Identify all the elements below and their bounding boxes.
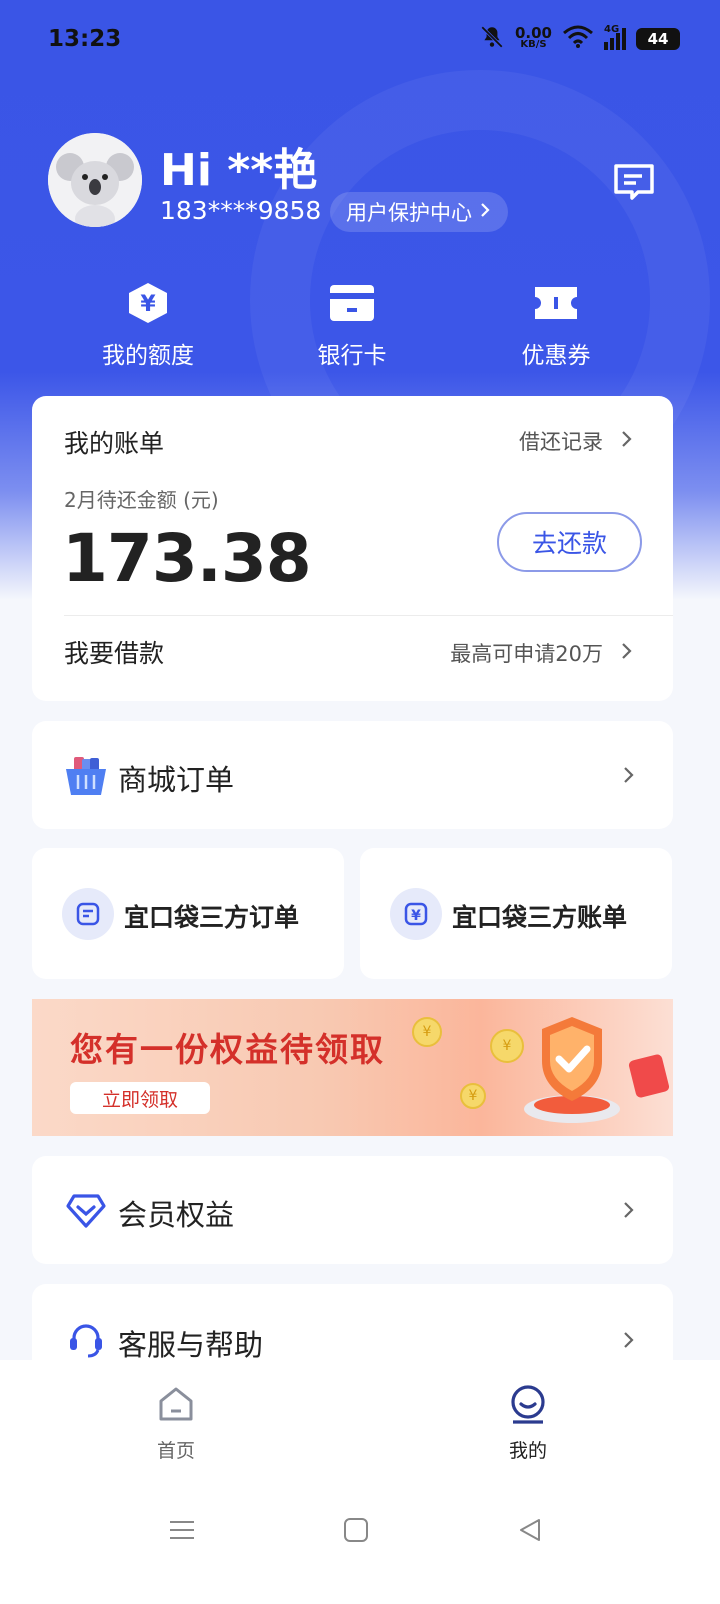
chevron-right-icon xyxy=(621,641,633,666)
quick-actions: ¥ 我的额度 银行卡 优惠券 xyxy=(0,280,720,370)
yuan-bill-icon: ¥ xyxy=(390,888,442,940)
chevron-right-icon xyxy=(623,1330,635,1354)
status-bar: 13:23 0.00 KB/S 4G 44 xyxy=(0,0,720,84)
quick-action-label: 我的额度 xyxy=(102,343,194,369)
borrow-title[interactable]: 我要借款 xyxy=(64,634,164,670)
third-party-bills-label: 宜口袋三方账单 xyxy=(452,903,628,932)
quick-action-label: 优惠券 xyxy=(521,343,591,369)
mall-orders-row[interactable]: 商城订单 xyxy=(32,721,673,829)
claim-now-button[interactable]: 立即领取 xyxy=(70,1082,210,1114)
headset-icon xyxy=(66,1320,106,1364)
due-label: 2月待还金额 (元) xyxy=(64,488,219,512)
home-icon xyxy=(116,1382,236,1426)
third-party-orders-label: 宜口袋三方订单 xyxy=(124,903,300,932)
borrow-limit-label: 最高可申请20万 xyxy=(450,642,603,666)
due-amount: 173.38 xyxy=(62,520,312,597)
svg-text:¥: ¥ xyxy=(140,292,156,317)
repay-button[interactable]: 去还款 xyxy=(497,512,642,572)
third-party-bills-card[interactable]: ¥ 宜口袋三方账单 xyxy=(360,848,672,979)
status-icons: 0.00 KB/S 4G 44 xyxy=(479,24,680,54)
home-square-icon[interactable] xyxy=(336,1510,376,1550)
net-speed: 0.00 KB/S xyxy=(514,24,552,51)
red-envelope-icon xyxy=(628,1053,670,1103)
greeting: Hi **艳 xyxy=(160,145,318,196)
system-navigation-bar xyxy=(0,1480,720,1604)
quick-action-bank-card[interactable]: 银行卡 xyxy=(272,280,432,370)
shopping-basket-icon xyxy=(64,755,108,801)
avatar[interactable] xyxy=(48,133,142,227)
chevron-right-icon xyxy=(621,429,633,454)
coin-icon: ¥ xyxy=(460,1083,486,1109)
bill-card: 我的账单 借还记录 2月待还金额 (元) 173.38 去还款 我要借款 最高可… xyxy=(32,396,673,701)
bill-title: 我的账单 xyxy=(64,429,165,458)
wifi-icon xyxy=(562,25,594,53)
member-rights-row[interactable]: 会员权益 xyxy=(32,1156,673,1264)
bottom-tab-bar: 首页 我的 xyxy=(0,1360,720,1480)
divider xyxy=(64,615,673,616)
chevron-right-icon xyxy=(478,200,492,224)
menu-icon[interactable] xyxy=(162,1510,202,1550)
phone-number: 183****9858 xyxy=(160,196,322,225)
yuan-shield-icon: ¥ xyxy=(68,280,228,326)
tab-mine-label: 我的 xyxy=(508,1440,547,1462)
member-badge-icon xyxy=(66,1190,106,1234)
shield-check-icon xyxy=(512,1009,622,1133)
third-party-orders-card[interactable]: 宜口袋三方订单 xyxy=(32,848,344,979)
message-button[interactable] xyxy=(612,160,656,204)
svg-text:¥: ¥ xyxy=(411,908,421,924)
message-icon xyxy=(614,164,654,200)
member-rights-label: 会员权益 xyxy=(118,1198,235,1232)
tab-home[interactable]: 首页 xyxy=(116,1382,236,1463)
order-doc-icon xyxy=(62,888,114,940)
quick-action-coupon[interactable]: 优惠券 xyxy=(476,280,636,370)
borrow-link[interactable]: 最高可申请20万 xyxy=(450,638,633,668)
banner-title: 您有一份权益待领取 xyxy=(70,1030,385,1069)
status-time: 13:23 xyxy=(48,26,122,52)
card-icon xyxy=(272,280,432,326)
chevron-right-icon xyxy=(623,765,635,789)
quick-action-credit-limit[interactable]: ¥ 我的额度 xyxy=(68,280,228,370)
user-protection-link[interactable]: 用户保护中心 xyxy=(330,192,508,232)
coin-icon: ¥ xyxy=(412,1017,442,1047)
tab-mine[interactable]: 我的 xyxy=(468,1382,588,1463)
back-triangle-icon[interactable] xyxy=(510,1510,550,1550)
coupon-icon xyxy=(476,280,636,326)
tab-home-label: 首页 xyxy=(156,1440,195,1462)
rewards-banner[interactable]: 您有一份权益待领取 立即领取 ¥ ¥ ¥ xyxy=(32,999,673,1136)
chevron-right-icon xyxy=(623,1200,635,1224)
record-link-label: 借还记录 xyxy=(519,430,603,454)
signal-icon: 4G xyxy=(604,24,626,50)
koala-avatar-icon xyxy=(48,133,142,227)
borrow-repay-record-link[interactable]: 借还记录 xyxy=(519,426,633,456)
mute-bell-icon xyxy=(479,24,505,54)
mall-orders-label: 商城订单 xyxy=(118,763,235,797)
battery-icon: 44 xyxy=(636,28,680,50)
quick-action-label: 银行卡 xyxy=(317,343,387,369)
customer-service-label: 客服与帮助 xyxy=(118,1328,264,1362)
profile-face-icon xyxy=(468,1382,588,1426)
user-protection-label: 用户保护中心 xyxy=(346,201,472,225)
